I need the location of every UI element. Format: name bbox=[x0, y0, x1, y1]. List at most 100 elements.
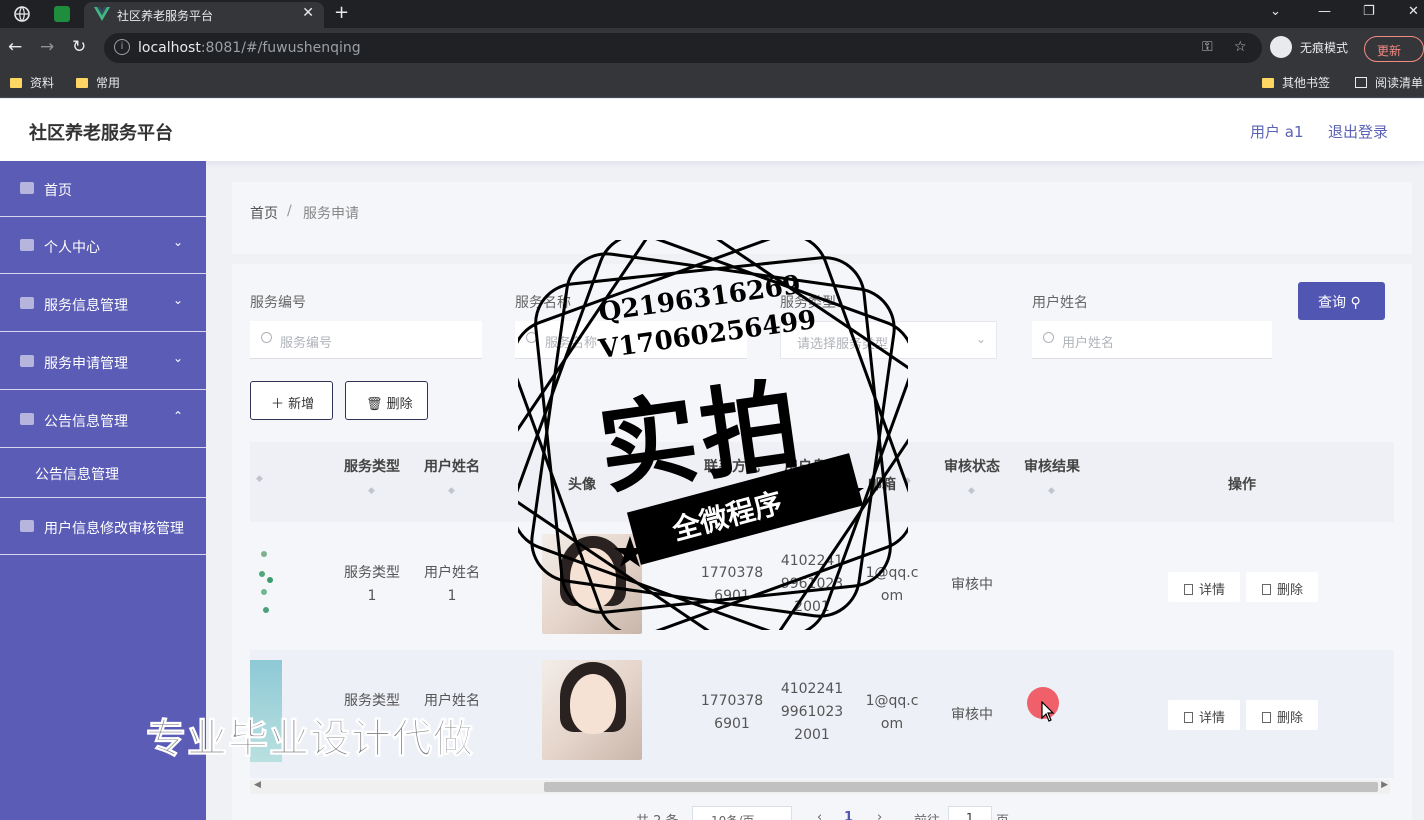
detail-button[interactable]: 详情 bbox=[1168, 700, 1240, 730]
globe-icon[interactable] bbox=[14, 6, 30, 22]
user-icon bbox=[20, 239, 34, 251]
close-window-icon[interactable]: ✕ bbox=[1408, 4, 1419, 19]
scroll-right-icon[interactable]: ▶ bbox=[1381, 780, 1388, 790]
cell-audit-status: 审核中 bbox=[951, 707, 993, 723]
add-button[interactable]: ＋ 新增 bbox=[250, 381, 333, 420]
cell-identity: 4102241 9961023 2001 bbox=[780, 681, 844, 743]
breadcrumb-separator: / bbox=[287, 203, 292, 219]
info-icon[interactable]: i bbox=[114, 39, 130, 55]
sort-icon[interactable]: ◆ bbox=[968, 486, 975, 496]
key-icon[interactable]: ⚿ bbox=[1202, 39, 1213, 55]
sheets-tab-icon[interactable] bbox=[54, 6, 70, 22]
search-icon bbox=[261, 332, 272, 343]
horizontal-scrollbar[interactable]: ◀ ▶ bbox=[250, 780, 1390, 794]
th-service-type: 服务类型 bbox=[344, 459, 400, 475]
chevron-down-icon: ⌄ bbox=[173, 293, 184, 307]
sidebar-item-service-apply[interactable]: 服务申请管理 ⌄ bbox=[0, 334, 206, 390]
placeholder: 服务编号 bbox=[280, 336, 333, 351]
new-tab-button[interactable]: + bbox=[334, 2, 349, 23]
trash-icon bbox=[1262, 712, 1271, 723]
mouse-cursor-icon bbox=[1041, 701, 1055, 722]
detail-button[interactable]: 详情 bbox=[1168, 572, 1240, 602]
breadcrumb-home[interactable]: 首页 bbox=[250, 203, 278, 223]
browser-toolbar: ← → ↻ i localhost:8081/#/fuwushenqing ⚿ … bbox=[0, 28, 1424, 68]
minimize-icon[interactable]: — bbox=[1318, 4, 1331, 19]
cell-service-type: 服务类型 1 bbox=[344, 565, 400, 604]
th-audit-result: 审核结果 bbox=[1024, 459, 1080, 475]
goto-page-input[interactable]: 1 bbox=[948, 806, 992, 820]
placeholder: 用户姓名 bbox=[1062, 336, 1115, 351]
row-delete-button[interactable]: 删除 bbox=[1246, 700, 1318, 730]
cell-email: 1@qq.c om bbox=[865, 693, 919, 732]
page-size-select[interactable]: 10条/页 bbox=[692, 806, 792, 820]
avatar bbox=[542, 660, 642, 760]
vue-logo-icon bbox=[94, 7, 110, 21]
cell-audit-status: 审核中 bbox=[951, 577, 993, 593]
row-delete-button[interactable]: 删除 bbox=[1246, 572, 1318, 602]
sidebar-item-label: 首页 bbox=[44, 183, 72, 199]
list-icon bbox=[20, 297, 34, 309]
scrollbar-thumb[interactable] bbox=[544, 782, 1378, 792]
page-size-value: 10条/页 bbox=[711, 812, 754, 820]
th-audit-status: 审核状态 bbox=[944, 459, 1000, 475]
forward-icon[interactable]: → bbox=[40, 37, 54, 57]
goto-value: 1 bbox=[966, 811, 974, 820]
document-icon bbox=[1184, 584, 1193, 595]
tab-close-icon[interactable]: ✕ bbox=[302, 5, 314, 21]
delete-button[interactable]: 🗑 删除 bbox=[345, 381, 428, 420]
sidebar-item-personal[interactable]: 个人中心 ⌄ bbox=[0, 218, 206, 274]
sidebar-item-label: 公告信息管理 bbox=[35, 467, 119, 483]
sort-icon[interactable]: ◆ bbox=[368, 486, 375, 496]
sidebar-item-service-info[interactable]: 服务信息管理 ⌄ bbox=[0, 276, 206, 332]
th-actions: 操作 bbox=[1228, 477, 1256, 493]
app-title: 社区养老服务平台 bbox=[29, 123, 173, 144]
prev-page-icon[interactable]: ‹ bbox=[817, 810, 822, 820]
sort-icon[interactable]: ◆ bbox=[256, 474, 263, 484]
bookmarks-bar: 资料 常用 其他书签 阅读清单 bbox=[0, 68, 1424, 98]
back-icon[interactable]: ← bbox=[8, 37, 22, 57]
user-label[interactable]: 用户 a1 bbox=[1250, 121, 1304, 142]
chevron-down-icon: ⌄ bbox=[173, 351, 184, 365]
user-name-input[interactable]: 用户姓名 bbox=[1032, 321, 1272, 359]
page-suffix: 页 bbox=[996, 810, 1009, 820]
search-label: 服务编号 bbox=[250, 295, 306, 311]
sidebar-item-label: 用户信息修改审核管理 bbox=[44, 521, 184, 537]
th-user-name: 用户姓名 bbox=[424, 459, 480, 475]
list-icon bbox=[20, 413, 34, 425]
plant-image-icon bbox=[259, 551, 273, 613]
incognito-label: 无痕模式 bbox=[1300, 41, 1349, 55]
sort-icon[interactable]: ◆ bbox=[1048, 486, 1055, 496]
url-text[interactable]: localhost:8081/#/fuwushenqing bbox=[138, 40, 361, 56]
reading-list[interactable]: 阅读清单 bbox=[1355, 74, 1423, 91]
chevron-up-icon: ⌃ bbox=[173, 409, 184, 423]
scroll-left-icon[interactable]: ◀ bbox=[254, 780, 261, 790]
next-page-icon[interactable]: › bbox=[877, 810, 882, 820]
restore-icon[interactable]: ❐ bbox=[1363, 4, 1375, 19]
sidebar-item-user-audit[interactable]: 用户信息修改审核管理 bbox=[0, 499, 206, 555]
pagination-total: 共 2 条 bbox=[636, 810, 679, 820]
service-no-input[interactable]: 服务编号 bbox=[250, 321, 482, 359]
update-button[interactable]: 更新 bbox=[1364, 36, 1424, 62]
logout-link[interactable]: 退出登录 bbox=[1328, 121, 1388, 142]
star-icon[interactable]: ☆ bbox=[1234, 39, 1247, 55]
query-button[interactable]: 查询 ⚲ bbox=[1298, 282, 1385, 320]
address-bar[interactable]: i localhost:8081/#/fuwushenqing ⚿ ☆ bbox=[104, 33, 1262, 63]
other-bookmarks[interactable]: 其他书签 bbox=[1262, 74, 1330, 91]
bookmark-folder[interactable]: 常用 bbox=[76, 74, 120, 91]
folder-icon bbox=[10, 78, 22, 88]
service-thumbnail bbox=[250, 544, 282, 624]
reload-icon[interactable]: ↻ bbox=[72, 37, 86, 57]
sidebar-item-notice[interactable]: 公告信息管理 ⌃ bbox=[0, 392, 206, 448]
sidebar-item-label: 服务申请管理 bbox=[44, 356, 128, 372]
breadcrumb-current: 服务申请 bbox=[303, 206, 359, 222]
sidebar-item-home[interactable]: 首页 bbox=[0, 161, 206, 217]
user-icon bbox=[20, 520, 34, 532]
browser-tab-active[interactable]: 社区养老服务平台 ✕ bbox=[84, 2, 324, 28]
sort-icon[interactable]: ◆ bbox=[448, 486, 455, 496]
search-icon bbox=[1043, 332, 1054, 343]
bookmark-folder[interactable]: 资料 bbox=[10, 74, 54, 91]
page-number[interactable]: 1 bbox=[844, 810, 853, 820]
sidebar-subitem-notice-manage[interactable]: 公告信息管理 bbox=[0, 448, 206, 498]
sidebar-item-label: 个人中心 bbox=[44, 240, 100, 256]
tab-search-icon[interactable]: ⌄ bbox=[1270, 4, 1281, 19]
